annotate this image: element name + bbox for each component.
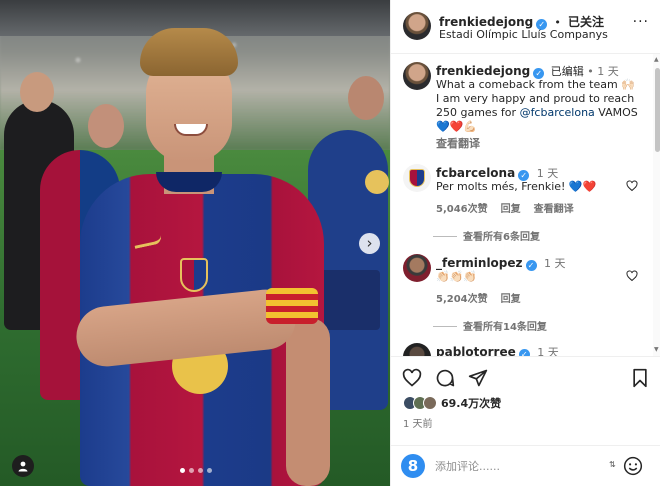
comments-list[interactable]: frenkiedejong ✓ 已编辑 • 1 天 What a comeback… (391, 54, 653, 356)
comments-scrollbar[interactable]: ▲ ▼ (653, 54, 660, 356)
send-icon (468, 369, 488, 387)
separator: • (587, 65, 594, 78)
background-player-head (20, 72, 54, 112)
sponsor-badge (365, 170, 389, 194)
comment-like-button[interactable] (626, 270, 639, 283)
carousel-dot[interactable] (198, 468, 203, 473)
user-tag-button[interactable] (12, 455, 34, 477)
post-footer: 69.4万次赞 1 天前 8 ⇅ (391, 356, 660, 486)
view-replies-button[interactable]: 查看所有14条回复 (463, 318, 547, 333)
caption-line: I am very happy and proud to reach (436, 92, 635, 105)
caption-emojis: 💙❤️💪🏻 (436, 120, 478, 133)
post-time: 1 天前 (403, 419, 433, 430)
edited-label: 已编辑 (550, 65, 584, 78)
caption-meta: frenkiedejong ✓ 已编辑 • 1 天 (436, 63, 619, 79)
composer-logo-icon[interactable]: 8 (401, 454, 425, 478)
caption-line: 250 games for @fcbarcelona VAMOS (436, 106, 646, 120)
user-tag-icon (18, 461, 28, 472)
comment-like-button[interactable] (626, 180, 639, 193)
heart-outline-icon (626, 270, 638, 282)
comment-text: Per molts més, Frenkie! 💙❤️ (436, 180, 597, 193)
caption-time: 1 天 (597, 65, 619, 78)
player-hair (140, 28, 238, 76)
caption-translate-link[interactable]: 查看翻译 (436, 135, 480, 151)
reply-button[interactable]: 回复 (501, 200, 521, 215)
carousel-dots (180, 468, 212, 473)
comment-username[interactable]: pablotorree (436, 345, 516, 356)
player-right-arm (286, 318, 330, 486)
comment-time: 1 天 (536, 167, 559, 180)
post-photo[interactable]: › (0, 0, 390, 486)
emoji-button[interactable] (623, 456, 643, 476)
comment-avatar-fcbarcelona[interactable] (403, 164, 431, 192)
post-header: frenkiedejong ✓ • 已关注 Estadi Olímpic Lluí… (391, 0, 660, 54)
heart-icon (402, 368, 422, 387)
carousel-dot[interactable] (207, 468, 212, 473)
background-player-shorts (320, 270, 380, 330)
author-username[interactable]: frenkiedejong (439, 15, 533, 29)
comment-time: 1 天 (544, 257, 566, 270)
comment-meta: fcbarcelona ✓ 1 天 (436, 165, 558, 181)
comment-text: 👏🏻👏🏻👏🏻 (436, 270, 478, 283)
comment-button[interactable] (434, 367, 456, 389)
likes-count[interactable]: 69.4万次赞 (441, 395, 501, 411)
comment-likes[interactable]: 5,046次赞 (436, 200, 488, 215)
post-side-panel: frenkiedejong ✓ • 已关注 Estadi Olímpic Lluí… (390, 0, 660, 486)
barca-crest-icon (409, 169, 425, 187)
carousel-dot[interactable] (189, 468, 194, 473)
mention-link[interactable]: @fcbarcelona (520, 106, 595, 119)
comment-username[interactable]: _ferminlopez (436, 256, 523, 270)
reply-button[interactable]: 回复 (501, 290, 521, 305)
comment-avatar-pablotorree[interactable] (403, 343, 431, 356)
comment-likes[interactable]: 5,204次赞 (436, 290, 488, 305)
background-player-head (348, 76, 384, 120)
comment-time: 1 天 (537, 346, 559, 356)
comment-composer: 8 ⇅ (391, 445, 660, 486)
chevron-right-icon: › (366, 234, 373, 252)
caption-line-suffix: VAMOS (594, 106, 638, 119)
comment-meta: pablotorree ✓ 1 天 (436, 344, 559, 356)
following-button[interactable]: 已关注 (568, 15, 604, 29)
like-button[interactable] (401, 367, 423, 389)
caption-line: What a comeback from the team 🙌🏻 (436, 78, 635, 91)
caption-text: What a comeback from the team 🙌🏻 I am ve… (436, 78, 646, 134)
comment-actions: 5,046次赞 回复 查看翻译 (436, 200, 574, 215)
comment-input[interactable] (435, 456, 595, 476)
comment-username[interactable]: fcbarcelona (436, 166, 515, 180)
caption-avatar[interactable] (403, 62, 431, 90)
heart-outline-icon (626, 180, 638, 192)
scroll-down-icon[interactable]: ▼ (654, 346, 659, 353)
share-button[interactable] (467, 367, 489, 389)
liker-avatar (423, 396, 437, 410)
barca-crest-icon (180, 258, 208, 292)
comment-icon (436, 369, 455, 387)
comment-actions: 5,204次赞 回复 (436, 290, 521, 305)
caption-line-prefix: 250 games for (436, 106, 520, 119)
main-player (73, 28, 330, 486)
author-avatar[interactable] (403, 12, 431, 40)
carousel-next-button[interactable]: › (359, 233, 380, 254)
translate-link[interactable]: 查看翻译 (534, 200, 574, 215)
view-replies-button[interactable]: 查看所有6条回复 (463, 228, 540, 243)
likes-summary[interactable]: 69.4万次赞 (403, 395, 501, 411)
scroll-thumb[interactable] (655, 68, 660, 152)
jersey-collar (156, 172, 222, 192)
save-button[interactable] (629, 367, 651, 389)
verified-icon: ✓ (518, 349, 530, 356)
caption-username[interactable]: frenkiedejong (436, 64, 530, 78)
more-options-icon[interactable]: ··· (633, 14, 649, 30)
carousel-dot[interactable] (180, 468, 185, 473)
comment-meta: _ferminlopez ✓ 1 天 (436, 255, 566, 271)
scroll-up-icon[interactable]: ▲ (654, 56, 659, 63)
captain-armband (266, 288, 318, 324)
location-link[interactable]: Estadi Olímpic Lluís Companys (439, 28, 608, 41)
bookmark-icon (633, 368, 647, 388)
emoji-icon (623, 456, 643, 476)
comment-avatar-ferminlopez[interactable] (403, 254, 431, 282)
sort-icon[interactable]: ⇅ (609, 460, 616, 469)
